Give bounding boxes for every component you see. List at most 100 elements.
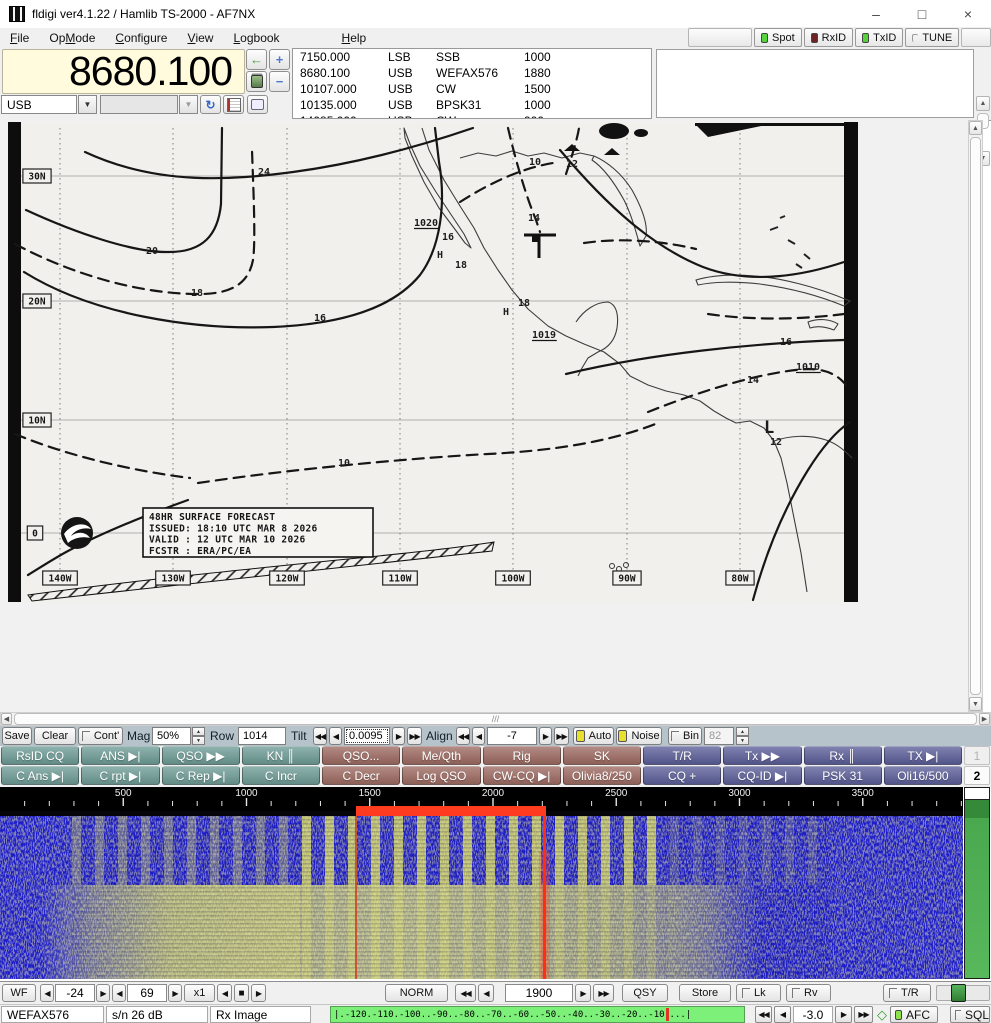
rxid-toggle[interactable]: RxID (804, 28, 853, 47)
macro-button-c-decr[interactable]: C Decr (322, 766, 400, 785)
mag-value[interactable]: 50% (152, 727, 191, 745)
afc-toggle[interactable]: AFC (890, 1006, 938, 1023)
wf-slider-thumb[interactable] (951, 984, 966, 1002)
frequency-display[interactable]: 8680.100 (2, 49, 245, 94)
shift-left-button[interactable]: ◀ (217, 984, 232, 1002)
frequency-list-row[interactable]: 10107.000USBCW1500 (293, 81, 651, 97)
store-button[interactable]: Store (679, 984, 731, 1002)
macro-button-log-qso[interactable]: Log QSO (402, 766, 480, 785)
txid-toggle[interactable]: TxID (855, 28, 903, 47)
menu-item-op-mode[interactable]: Op Mode (39, 28, 105, 47)
afc-next-button[interactable]: ▶ (835, 1006, 852, 1023)
frequency-list[interactable]: 7150.000LSBSSB10008680.100USBWEFAX576188… (292, 48, 652, 119)
freq-store-button[interactable] (246, 71, 267, 92)
macro-button-olivia8-250[interactable]: Olivia8/250 (563, 766, 641, 785)
align-next2-button[interactable]: ▶▶ (554, 727, 569, 745)
row-value[interactable]: 1014 (238, 727, 286, 745)
macro-button-c-incr[interactable]: C Incr (242, 766, 320, 785)
shift-right-button[interactable]: ▶ (251, 984, 266, 1002)
wefax-surface-forecast-map[interactable]: 30N20N10N0140W130W120W110W100W90W80W48HR… (8, 122, 858, 602)
gain-down-button[interactable]: ◀ (40, 984, 54, 1002)
rx-text-area[interactable] (656, 49, 974, 118)
macro-button-me-qth[interactable]: Me/Qth (402, 746, 480, 765)
menu-item-configure[interactable]: Configure (105, 28, 177, 47)
afc-prev-button[interactable]: ◀ (774, 1006, 791, 1023)
macro-button-qso[interactable]: QSO ▶▶ (162, 746, 240, 765)
auto-toggle[interactable]: Auto (573, 727, 614, 745)
freq-add-button[interactable]: + (269, 49, 290, 70)
gain-up-button[interactable]: ▶ (96, 984, 110, 1002)
image-scroll-down-button[interactable]: ▼ (969, 697, 982, 711)
mode-select[interactable]: USB ▼ (1, 95, 97, 114)
chevron-down-icon[interactable]: ▼ (78, 95, 97, 114)
macro-button-rx[interactable]: Rx ║ (804, 746, 882, 765)
macro-button-sk[interactable]: SK (563, 746, 641, 765)
macro-button-cq[interactable]: CQ + (643, 766, 721, 785)
image-scroll-right-button[interactable]: ▶ (979, 713, 990, 725)
macro-button-tx[interactable]: TX ▶| (884, 746, 962, 765)
wf-mode-button[interactable]: WF (2, 984, 36, 1002)
afc-offset-value[interactable]: -3.0 (793, 1006, 833, 1023)
refresh-button[interactable]: ↻ (200, 95, 221, 114)
macro-button-c-rpt[interactable]: C rpt ▶| (81, 766, 159, 785)
freq-delete-button[interactable]: − (269, 71, 290, 92)
align-next-button[interactable]: ▶ (539, 727, 552, 745)
clear-button[interactable]: Clear (34, 727, 76, 745)
wf-stop-button[interactable]: ■ (234, 984, 249, 1002)
align-prev2-button[interactable]: ◀◀ (456, 727, 470, 745)
macro-button-c-rep[interactable]: C Rep ▶| (162, 766, 240, 785)
afc-next2-button[interactable]: ▶▶ (854, 1006, 873, 1023)
close-button[interactable]: × (945, 0, 991, 28)
qsy-button[interactable]: QSY (622, 984, 668, 1002)
offset-up-button[interactable]: ▶ (168, 984, 182, 1002)
tilt-next2-button[interactable]: ▶▶ (407, 727, 422, 745)
lock-toggle[interactable]: Lk (736, 984, 781, 1002)
image-scroll-left-button[interactable]: ◀ (1, 713, 12, 725)
spot-toggle[interactable]: Spot (754, 28, 802, 47)
afc-prev2-button[interactable]: ◀◀ (755, 1006, 772, 1023)
macro-button-cw-cq[interactable]: CW-CQ ▶| (483, 766, 561, 785)
freq-back-button[interactable]: ← (246, 49, 267, 70)
gain-value[interactable]: -24 (55, 984, 95, 1002)
reverse-toggle[interactable]: Rv (786, 984, 831, 1002)
zoom-button[interactable]: x1 (184, 984, 215, 1002)
bandwidth-select[interactable]: ▼ (100, 95, 198, 114)
offset-value[interactable]: 69 (127, 984, 167, 1002)
menu-item-view[interactable]: View (177, 28, 223, 47)
status-mode[interactable]: WEFAX576 (1, 1006, 104, 1023)
tilt-prev-button[interactable]: ◀ (329, 727, 342, 745)
carrier-next-button[interactable]: ▶ (575, 984, 591, 1002)
save-button[interactable]: Save (2, 727, 32, 745)
macro-button-t-r[interactable]: T/R (643, 746, 721, 765)
chat-button[interactable] (247, 95, 268, 114)
macro-button-psk-31[interactable]: PSK 31 (804, 766, 882, 785)
logbook-button[interactable] (223, 95, 244, 114)
image-scroll-up-button[interactable]: ▲ (969, 121, 982, 135)
waterfall-display[interactable] (0, 811, 963, 979)
macro-button-rsid-cq[interactable]: RsID CQ (1, 746, 79, 765)
txrx-toggle[interactable]: T/R (883, 984, 931, 1002)
image-hscrollbar-thumb[interactable]: /// (14, 713, 977, 725)
carrier-value[interactable]: 1900 (505, 984, 573, 1002)
macro-button-oli16-500[interactable]: Oli16/500 (884, 766, 962, 785)
maximize-button[interactable]: □ (899, 0, 945, 28)
tilt-prev2-button[interactable]: ◀◀ (313, 727, 327, 745)
speed-button[interactable]: NORM (385, 984, 448, 1002)
noise-toggle[interactable]: Noise (616, 727, 662, 745)
macro-set-2-indicator[interactable]: 2 (964, 766, 990, 785)
bin-value[interactable]: 82 (704, 727, 734, 745)
bin-spinner[interactable]: ▲▼ (736, 727, 749, 745)
mag-spinner[interactable]: ▲▼ (192, 727, 205, 745)
menu-item-file[interactable]: File (0, 28, 39, 47)
tune-toggle[interactable]: TUNE (905, 28, 959, 47)
frequency-list-row[interactable]: 7150.000LSBSSB1000 (293, 49, 651, 65)
chevron-down-icon[interactable]: ▼ (179, 95, 198, 114)
carrier-next2-button[interactable]: ▶▶ (593, 984, 614, 1002)
frequency-list-row[interactable]: 8680.100USBWEFAX5761880 (293, 65, 651, 81)
align-value[interactable]: -7 (487, 727, 537, 745)
frequency-list-row[interactable]: 10135.000USBBPSK311000 (293, 97, 651, 113)
menu-item-logbook[interactable]: Logbook (223, 28, 289, 47)
frequency-list-row[interactable]: 14085.000USBCW900 (293, 113, 651, 119)
carrier-prev2-button[interactable]: ◀◀ (455, 984, 476, 1002)
macro-button-cq-id[interactable]: CQ-ID ▶| (723, 766, 801, 785)
